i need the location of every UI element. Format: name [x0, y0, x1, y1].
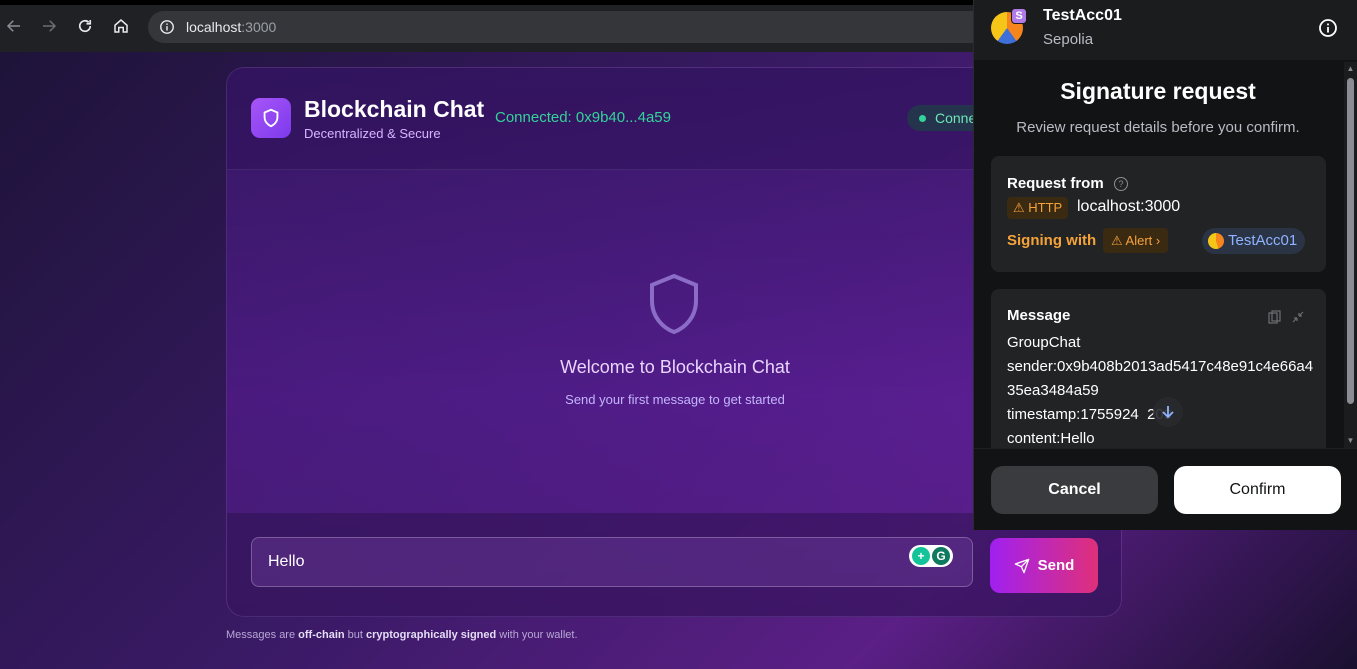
signing-account-pill: TestAcc01 — [1202, 228, 1306, 254]
request-title: Signature request — [1060, 78, 1256, 104]
scroll-up-icon[interactable]: ▲ — [1346, 64, 1355, 73]
back-icon[interactable] — [2, 14, 26, 38]
request-origin: localhost:3000 — [1077, 198, 1181, 215]
home-icon[interactable] — [109, 14, 133, 38]
http-warning-badge: ⚠ HTTP — [1007, 197, 1069, 219]
wallet-header: S TestAcc01 Sepolia — [974, 0, 1357, 60]
cancel-button[interactable]: Cancel — [991, 466, 1158, 514]
connected-address: Connected: 0x9b40...4a59 — [495, 109, 671, 126]
scroll-down-icon[interactable]: ▼ — [1346, 436, 1355, 445]
collapse-icon[interactable] — [1291, 310, 1305, 324]
message-input[interactable] — [251, 537, 973, 587]
shield-logo-icon — [251, 98, 291, 138]
message-content: GroupChat sender:0x9b408b2013ad5417c48e9… — [1007, 334, 1314, 447]
url-text: localhost:3000 — [186, 19, 277, 35]
scroll-down-button[interactable] — [1153, 397, 1183, 427]
account-name: TestAcc01 — [1043, 7, 1122, 24]
signing-with-label: Signing with — [1007, 232, 1097, 249]
send-button[interactable]: Send — [990, 538, 1098, 593]
request-details-card: Request from ? ⚠ HTTP localhost:3000 Sig… — [991, 156, 1326, 272]
info-icon[interactable] — [1317, 17, 1339, 39]
app-title: Blockchain Chat — [304, 96, 485, 122]
footnote: Messages are off-chain but cryptographic… — [226, 629, 578, 641]
request-subtitle: Review request details before you confir… — [1016, 119, 1300, 136]
wallet-popup: S TestAcc01 Sepolia Signature request Re… — [973, 0, 1357, 530]
scrollbar[interactable]: ▲ ▼ — [1344, 62, 1357, 448]
network-badge: S — [1011, 8, 1027, 24]
help-icon[interactable]: ? — [1114, 177, 1128, 191]
send-icon — [1014, 558, 1029, 573]
message-label: Message — [1007, 307, 1071, 324]
reload-icon[interactable] — [73, 14, 97, 38]
shield-icon — [650, 273, 698, 335]
copy-icon[interactable] — [1268, 310, 1282, 324]
arrow-down-icon — [1162, 406, 1174, 419]
confirm-button[interactable]: Confirm — [1174, 466, 1341, 514]
message-card: Message GroupChat sender:0x9b408b2013ad5… — [991, 289, 1326, 449]
address-bar[interactable]: localhost:3000 — [148, 11, 988, 43]
send-label: Send — [1037, 557, 1075, 574]
status-dot — [919, 115, 926, 122]
wallet-footer: Cancel Confirm — [974, 448, 1357, 530]
forward-icon[interactable] — [37, 14, 61, 38]
scrollbar-thumb[interactable] — [1347, 78, 1354, 404]
alert-button[interactable]: ⚠ Alert › — [1103, 228, 1169, 253]
account-mini-avatar — [1208, 233, 1224, 249]
app-subtitle: Decentralized & Secure — [304, 126, 441, 141]
site-info-icon[interactable] — [158, 18, 176, 36]
network-name: Sepolia — [1043, 31, 1094, 48]
request-from-label: Request from — [1007, 175, 1104, 192]
grammarly-icon[interactable]: + G — [909, 545, 953, 567]
